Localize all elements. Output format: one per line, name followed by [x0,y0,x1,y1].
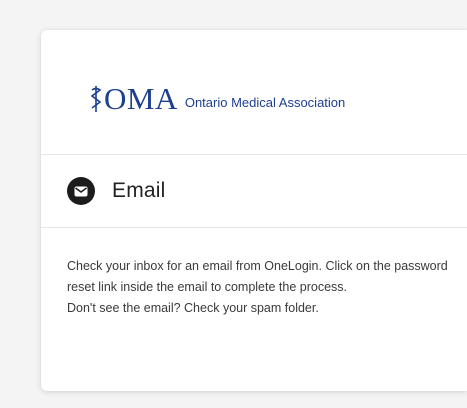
method-header: Email [67,176,166,206]
divider [41,227,467,228]
logo-tagline: Ontario Medical Association [184,95,346,110]
logo-mark: OMA [89,83,178,114]
spam-hint-line: Don't see the email? Check your spam fol… [67,301,319,315]
oma-logo: OMA Ontario Medical Association [89,74,345,114]
password-reset-card: OMA Ontario Medical Association Email Ch… [41,30,467,391]
envelope-icon [67,177,95,205]
method-title: Email [112,179,166,202]
logo-mark-text: OMA [104,81,178,116]
instruction-text: Check your inbox for an email from OneLo… [67,256,452,319]
caduceus-icon [90,86,102,112]
logo-area: OMA Ontario Medical Association [41,30,467,154]
instruction-line: Check your inbox for an email from OneLo… [67,259,448,294]
divider [41,154,467,155]
